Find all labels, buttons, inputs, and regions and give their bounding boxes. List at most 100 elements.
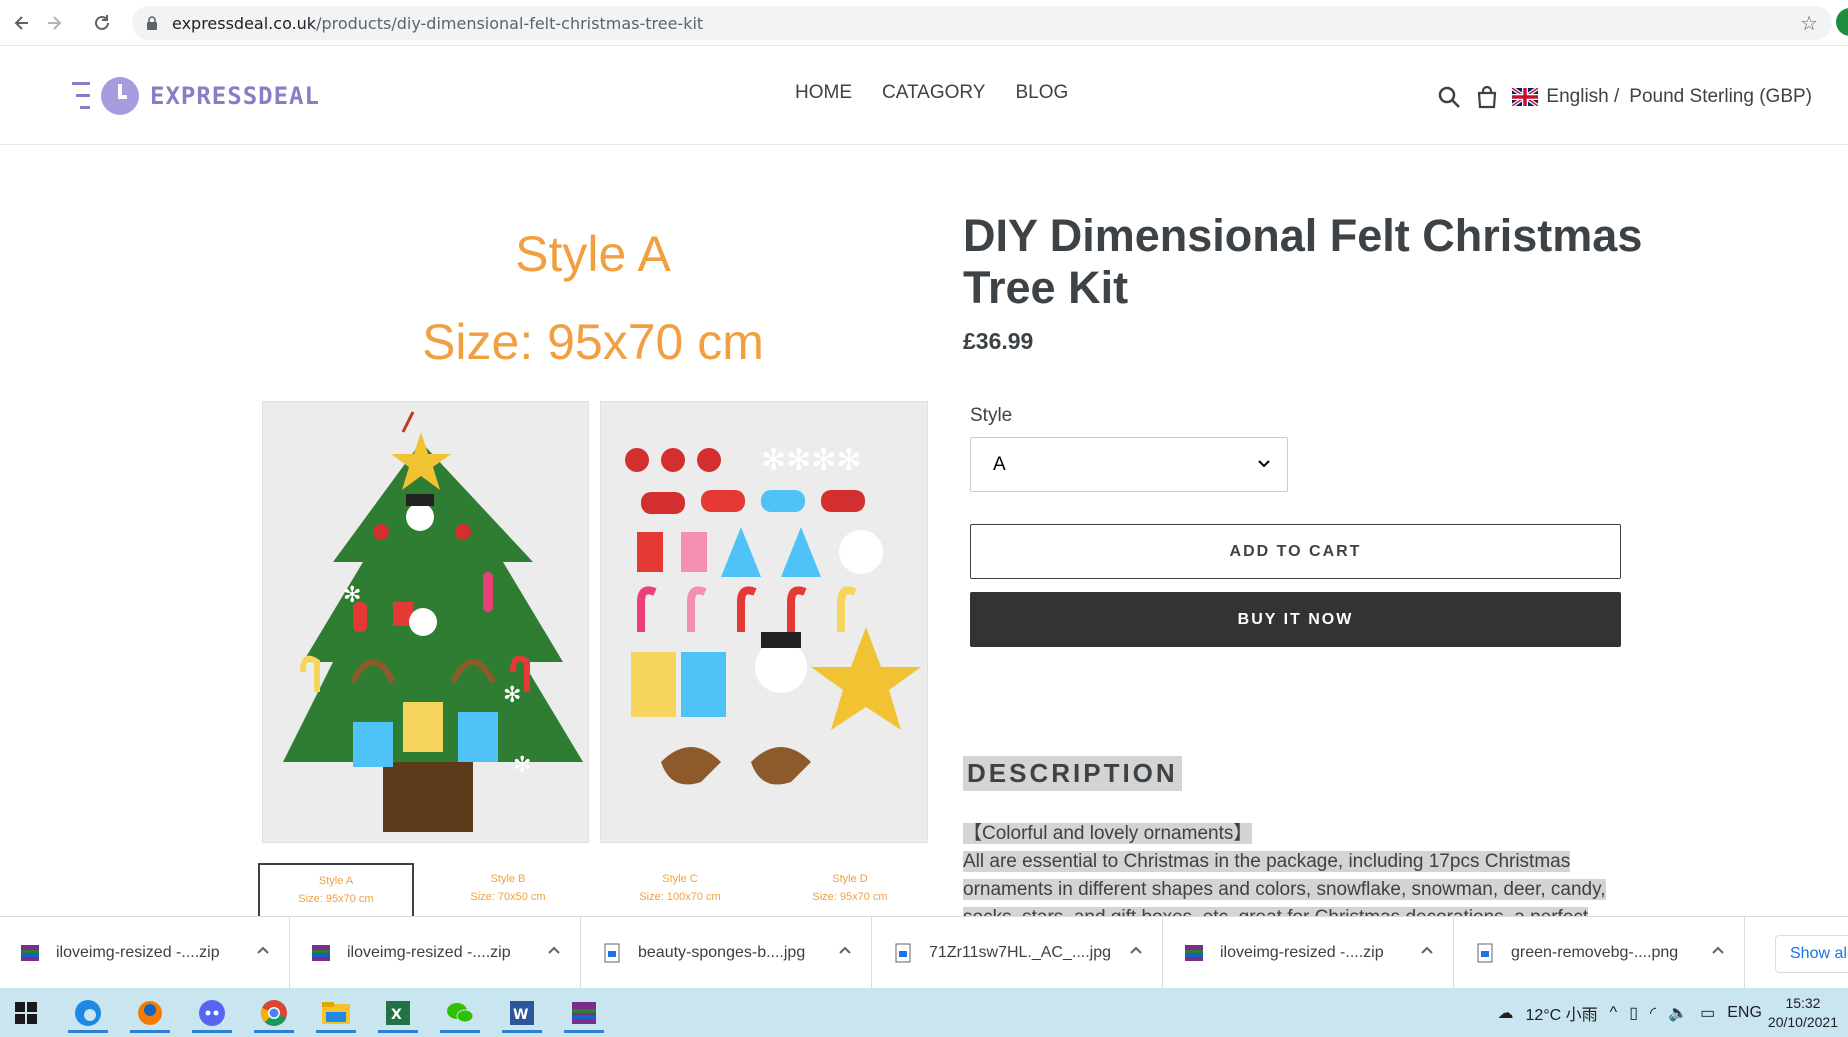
download-bar: iloveimg-resized -....zip iloveimg-resiz… <box>0 916 1848 989</box>
bookmark-star-icon[interactable]: ☆ <box>1800 11 1818 36</box>
thumbnail-strip: Style A Size: 95x70 cm Style B Size: 70x… <box>258 863 928 923</box>
taskbar-chrome[interactable] <box>250 992 298 1033</box>
style-option-label: Style <box>970 405 1013 426</box>
shopping-bag-icon <box>1478 85 1497 109</box>
excel-icon: X <box>386 1000 410 1025</box>
product-title: DIY Dimensional Felt Christmas Tree Kit <box>963 210 1643 313</box>
taskbar-discord[interactable] <box>188 992 236 1033</box>
clock[interactable]: 15:32 20/10/2021 <box>1768 994 1838 1032</box>
word-icon: W <box>510 1000 534 1025</box>
taskbar-file-explorer[interactable] <box>312 992 360 1033</box>
add-to-cart-button[interactable]: ADD TO CART <box>970 524 1621 579</box>
ornaments-illustration: ✻✻✻✻ <box>601 402 927 842</box>
input-language[interactable]: ENG <box>1727 1004 1762 1022</box>
language-selector[interactable]: English / <box>1546 86 1619 108</box>
logo-clock-icon <box>72 77 139 115</box>
svg-text:W: W <box>513 1007 528 1023</box>
device-icon[interactable]: ▯ <box>1629 1003 1638 1023</box>
edge-browser-icon <box>75 999 101 1026</box>
discord-icon <box>199 999 225 1026</box>
chevron-up-icon[interactable] <box>546 943 562 959</box>
site-logo[interactable]: EXPRESSDEAL <box>70 74 320 118</box>
currency-selector[interactable]: Pound Sterling (GBP) <box>1629 86 1812 108</box>
logo-text: EXPRESSDEAL <box>150 82 320 110</box>
clock-date: 20/10/2021 <box>1767 1013 1838 1030</box>
nav-home[interactable]: HOME <box>795 82 852 104</box>
taskbar-word[interactable]: W <box>498 992 546 1033</box>
wifi-icon[interactable]: ◜ <box>1650 1003 1656 1023</box>
chevron-up-icon[interactable] <box>255 943 271 959</box>
download-item[interactable]: beauty-sponges-b....jpg <box>582 917 872 989</box>
taskbar-app-bird[interactable] <box>126 992 174 1033</box>
weather-text[interactable]: 12°C 小雨 <box>1525 1001 1597 1025</box>
chrome-icon <box>261 999 287 1026</box>
buy-it-now-button[interactable]: BUY IT NOW <box>970 592 1621 647</box>
browser-toolbar: expressdeal.co.uk/products/diy-dimension… <box>0 0 1848 46</box>
thumbnail-style-c[interactable]: Style C Size: 100x70 cm <box>602 863 758 923</box>
product-info: DIY Dimensional Felt Christmas Tree Kit … <box>963 210 1663 928</box>
weather-icon[interactable]: ☁ <box>1497 1003 1513 1023</box>
nav-blog[interactable]: BLOG <box>1015 82 1068 104</box>
taskbar-edge[interactable] <box>64 992 112 1033</box>
nav-catagory[interactable]: CATAGORY <box>882 82 985 104</box>
thumbnail-style-b[interactable]: Style B Size: 70x50 cm <box>430 863 586 923</box>
download-item[interactable]: iloveimg-resized -....zip <box>1164 917 1454 989</box>
taskbar-excel[interactable]: X <box>374 992 422 1033</box>
url-text: expressdeal.co.uk/products/diy-dimension… <box>172 14 704 33</box>
thumbnail-style-d[interactable]: Style D Size: 95x70 cm <box>772 863 928 923</box>
site-header: EXPRESSDEAL HOME CATAGORY BLOG English /… <box>0 46 1848 145</box>
description-heading: DESCRIPTION <box>963 756 1182 791</box>
windows-logo-icon <box>15 1001 37 1024</box>
reload-button[interactable] <box>88 9 116 37</box>
address-bar[interactable]: expressdeal.co.uk/products/diy-dimension… <box>132 6 1832 40</box>
image-size-label: Size: 95x70 cm <box>422 314 764 370</box>
show-all-downloads-button[interactable]: Show all <box>1775 935 1848 973</box>
svg-text:✻: ✻ <box>343 583 361 608</box>
svg-text:✻✻✻✻: ✻✻✻✻ <box>761 443 862 478</box>
tree-photo[interactable]: ✻ ✻ ✻ <box>262 401 589 843</box>
style-select-value: A <box>993 454 1006 475</box>
folder-icon <box>322 1001 350 1024</box>
cart-button[interactable] <box>1472 82 1502 112</box>
description-line: ornaments in different shapes and colors… <box>963 879 1606 900</box>
lock-icon <box>147 16 157 30</box>
search-icon <box>1439 86 1461 108</box>
chevron-up-icon[interactable] <box>1419 943 1435 959</box>
chevron-up-icon[interactable] <box>837 943 853 959</box>
svg-text:X: X <box>391 1007 402 1023</box>
style-select[interactable]: A <box>970 437 1288 492</box>
image-file-icon <box>1477 943 1493 963</box>
volume-icon[interactable]: 🔈 <box>1668 1003 1688 1023</box>
description-line: All are essential to Christmas in the pa… <box>963 851 1571 872</box>
windows-taskbar: X W ☁ 12°C 小雨 ^ ▯ ◜ 🔈 ▭ ENG 15:32 20/10/… <box>0 988 1848 1037</box>
description-line: 【Colorful and lovely ornaments】 <box>963 823 1253 844</box>
arrow-right-icon <box>48 16 62 30</box>
chevron-up-icon[interactable] <box>1710 943 1726 959</box>
svg-text:✻: ✻ <box>513 753 531 778</box>
forward-button[interactable] <box>40 9 68 37</box>
product-price: £36.99 <box>963 328 1034 354</box>
thumbnail-style-a[interactable]: Style A Size: 95x70 cm <box>258 863 414 923</box>
start-button[interactable] <box>2 992 50 1033</box>
ornaments-photo[interactable]: ✻✻✻✻ <box>600 401 928 843</box>
profile-avatar[interactable] <box>1836 8 1848 36</box>
download-item[interactable]: 71Zr11sw7HL._AC_....jpg <box>873 917 1163 989</box>
chevron-up-icon[interactable]: ^ <box>1610 1004 1618 1022</box>
battery-icon[interactable]: ▭ <box>1700 1003 1715 1023</box>
back-button[interactable] <box>8 9 36 37</box>
image-style-label: Style A <box>515 226 671 282</box>
uk-flag-icon <box>1510 82 1540 112</box>
taskbar-wechat[interactable] <box>436 992 484 1033</box>
chevron-up-icon[interactable] <box>1128 943 1144 959</box>
zip-file-icon <box>21 945 39 961</box>
image-file-icon <box>604 943 620 963</box>
download-item[interactable]: iloveimg-resized -....zip <box>0 917 290 989</box>
archive-app-icon <box>572 1001 596 1024</box>
download-item[interactable]: green-removebg-....png <box>1455 917 1745 989</box>
search-button[interactable] <box>1434 82 1464 112</box>
zip-file-icon <box>312 945 330 961</box>
main-nav: HOME CATAGORY BLOG <box>795 82 1068 104</box>
taskbar-winrar[interactable] <box>560 992 608 1033</box>
image-file-icon <box>895 943 911 963</box>
download-item[interactable]: iloveimg-resized -....zip <box>291 917 581 989</box>
